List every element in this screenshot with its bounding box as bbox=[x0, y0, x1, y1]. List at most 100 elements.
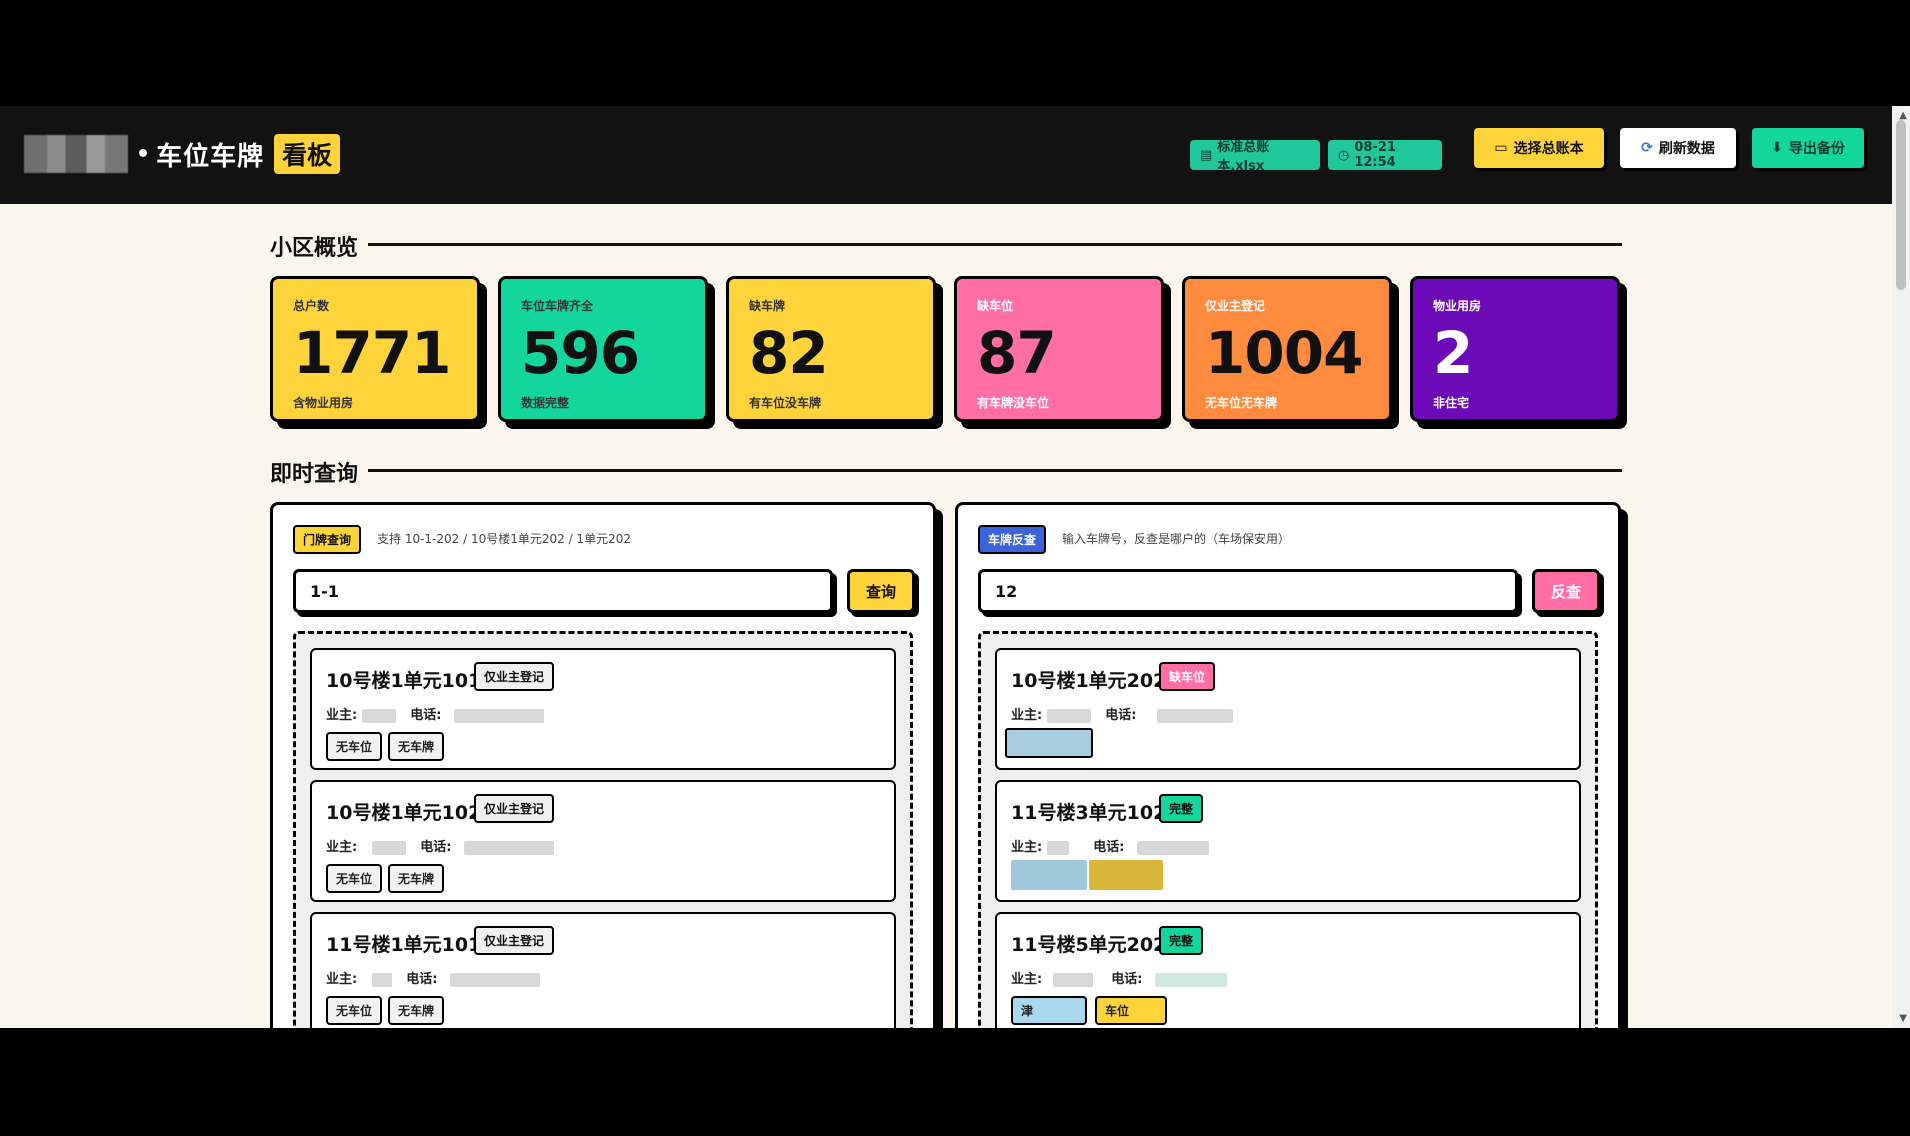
select-ledger-button[interactable]: ▭ 选择总账本 bbox=[1474, 128, 1604, 168]
phone-label: 电话: bbox=[406, 972, 438, 987]
plate-lookup-results: 10号楼1单元202 缺车位 业主: 电话: 11号楼3单元102 完整 业主:… bbox=[978, 631, 1598, 1028]
status-badge: 仅业主登记 bbox=[474, 926, 555, 955]
query-section-divider bbox=[368, 469, 1622, 472]
time-chip-label: 08-21 12:54 bbox=[1354, 140, 1396, 170]
result-info: 业主: 电话: bbox=[326, 968, 540, 987]
status-badge: 完整 bbox=[1159, 794, 1204, 823]
result-info: 业主: 电话: bbox=[1011, 704, 1233, 723]
title-separator: • bbox=[136, 141, 151, 167]
plate-pill: 津 bbox=[1011, 996, 1087, 1025]
status-badge: 仅业主登记 bbox=[474, 662, 555, 691]
stat-label: 缺车牌 bbox=[749, 299, 786, 313]
result-card[interactable]: 11号楼5单元202 完整 业主: 电话: 津 车位 bbox=[995, 912, 1581, 1028]
redacted-community-name bbox=[24, 135, 128, 173]
file-chip: ▤ 标准总账本.xlsx bbox=[1190, 140, 1320, 174]
plate-pill: 无车牌 bbox=[388, 732, 445, 761]
stat-sub: 有车牌没车位 bbox=[977, 396, 1050, 410]
owner-label: 业主: bbox=[326, 708, 358, 723]
redacted-space bbox=[1089, 860, 1163, 890]
folder-icon: ▭ bbox=[1494, 140, 1508, 156]
redacted-owner bbox=[371, 840, 406, 855]
result-title: 11号楼5单元202 bbox=[1011, 934, 1167, 956]
select-ledger-label: 选择总账本 bbox=[1513, 141, 1584, 157]
stat-label: 缺车位 bbox=[977, 299, 1014, 313]
export-label: 导出备份 bbox=[1788, 141, 1845, 157]
owner-label: 业主: bbox=[1011, 708, 1043, 723]
plate-lookup-button[interactable]: 反查 bbox=[1532, 569, 1600, 613]
door-query-tag: 门牌查询 bbox=[293, 525, 362, 554]
plate-lookup-tag: 车牌反查 bbox=[978, 525, 1047, 554]
top-bar: • 车位车牌 看板 ▤ 标准总账本.xlsx ◷ 08-21 12:54 ▭ 选… bbox=[0, 106, 1892, 204]
document-icon: ▤ bbox=[1200, 147, 1213, 163]
redacted-phone bbox=[454, 708, 544, 723]
plate-lookup-panel: 车牌反查 输入车牌号，反查是哪户的（车场保安用） 12 反查 10号楼1单元20… bbox=[955, 502, 1621, 1028]
redacted-owner bbox=[1052, 972, 1093, 987]
plate-lookup-hint: 输入车牌号，反查是哪户的（车场保安用） bbox=[1062, 532, 1291, 546]
refresh-icon: ⟳ bbox=[1641, 140, 1653, 156]
stat-label: 车位车牌齐全 bbox=[521, 299, 594, 313]
scroll-down-icon[interactable]: ▼ bbox=[1899, 1013, 1907, 1024]
query-section-title: 即时查询 bbox=[270, 462, 359, 487]
redacted-owner bbox=[1046, 708, 1091, 723]
door-query-button[interactable]: 查询 bbox=[847, 569, 915, 613]
stat-card-owner-only: 仅业主登记 1004 无车位无车牌 bbox=[1182, 276, 1392, 422]
door-query-results: 10号楼1单元101 仅业主登记 业主: 电话: 无车位 无车牌 10号楼1单元… bbox=[293, 631, 913, 1028]
plate-lookup-input[interactable]: 12 bbox=[978, 569, 1518, 613]
stat-sub: 数据完整 bbox=[521, 396, 570, 410]
result-title: 10号楼1单元102 bbox=[326, 802, 482, 824]
page-title-badge: 看板 bbox=[274, 134, 341, 174]
redacted-phone bbox=[464, 840, 554, 855]
result-info: 业主: 电话: bbox=[1011, 968, 1227, 987]
result-title: 11号楼3单元102 bbox=[1011, 802, 1167, 824]
refresh-button[interactable]: ⟳ 刷新数据 bbox=[1620, 128, 1736, 168]
redacted-plate bbox=[1005, 728, 1093, 758]
owner-label: 业主: bbox=[1011, 972, 1043, 987]
parking-pill: 车位 bbox=[1095, 996, 1167, 1025]
parking-pill: 无车位 bbox=[326, 732, 383, 761]
stat-value: 82 bbox=[749, 319, 829, 387]
scroll-thumb[interactable] bbox=[1896, 120, 1906, 290]
status-badge: 完整 bbox=[1159, 926, 1204, 955]
stat-sub: 含物业用房 bbox=[293, 396, 354, 410]
redacted-phone bbox=[1137, 840, 1209, 855]
result-info: 业主: 电话: bbox=[1011, 836, 1209, 855]
door-query-input[interactable]: 1-1 bbox=[293, 569, 833, 613]
export-button[interactable]: ⬇ 导出备份 bbox=[1752, 128, 1864, 168]
phone-label: 电话: bbox=[1111, 972, 1143, 987]
page-scrollbar[interactable]: ▲ ▼ bbox=[1892, 106, 1910, 1028]
result-card[interactable]: 11号楼1单元101 仅业主登记 业主: 电话: 无车位 无车牌 bbox=[310, 912, 896, 1028]
stat-card-total: 总户数 1771 含物业用房 bbox=[270, 276, 480, 422]
brand: • 车位车牌 看板 bbox=[24, 134, 341, 174]
phone-label: 电话: bbox=[1093, 840, 1125, 855]
redacted-phone bbox=[1157, 708, 1233, 723]
redacted-owner bbox=[361, 708, 396, 723]
result-title: 10号楼1单元101 bbox=[326, 670, 482, 692]
stat-card-complete: 车位车牌齐全 596 数据完整 bbox=[498, 276, 708, 422]
stat-card-missing-space: 缺车位 87 有车牌没车位 bbox=[954, 276, 1164, 422]
stat-value: 596 bbox=[521, 319, 640, 387]
plate-pill: 无车牌 bbox=[388, 864, 445, 893]
result-card[interactable]: 11号楼3单元102 完整 业主: 电话: bbox=[995, 780, 1581, 902]
result-card[interactable]: 10号楼1单元102 仅业主登记 业主: 电话: 无车位 无车牌 bbox=[310, 780, 896, 902]
stat-value: 1004 bbox=[1205, 319, 1363, 387]
app-window: • 车位车牌 看板 ▤ 标准总账本.xlsx ◷ 08-21 12:54 ▭ 选… bbox=[0, 106, 1910, 1028]
time-chip: ◷ 08-21 12:54 bbox=[1328, 140, 1442, 170]
stat-value: 1771 bbox=[293, 319, 451, 387]
redacted-plate bbox=[1011, 860, 1087, 890]
overview-section-title: 小区概览 bbox=[270, 236, 359, 261]
redacted-phone bbox=[450, 972, 540, 987]
parking-pill: 无车位 bbox=[326, 996, 383, 1025]
result-card[interactable]: 10号楼1单元101 仅业主登记 业主: 电话: 无车位 无车牌 bbox=[310, 648, 896, 770]
plate-pill: 无车牌 bbox=[388, 996, 445, 1025]
phone-label: 电话: bbox=[410, 708, 442, 723]
file-chip-label: 标准总账本.xlsx bbox=[1217, 140, 1270, 174]
status-badge: 缺车位 bbox=[1159, 662, 1216, 691]
result-card[interactable]: 10号楼1单元202 缺车位 业主: 电话: bbox=[995, 648, 1581, 770]
stat-card-missing-plate: 缺车牌 82 有车位没车牌 bbox=[726, 276, 936, 422]
stat-value: 87 bbox=[977, 319, 1057, 387]
owner-label: 业主: bbox=[326, 840, 358, 855]
parking-pill: 无车位 bbox=[326, 864, 383, 893]
stat-card-property-room: 物业用房 2 非住宅 bbox=[1410, 276, 1620, 422]
overview-section-divider bbox=[368, 243, 1622, 246]
stat-value: 2 bbox=[1433, 319, 1473, 387]
